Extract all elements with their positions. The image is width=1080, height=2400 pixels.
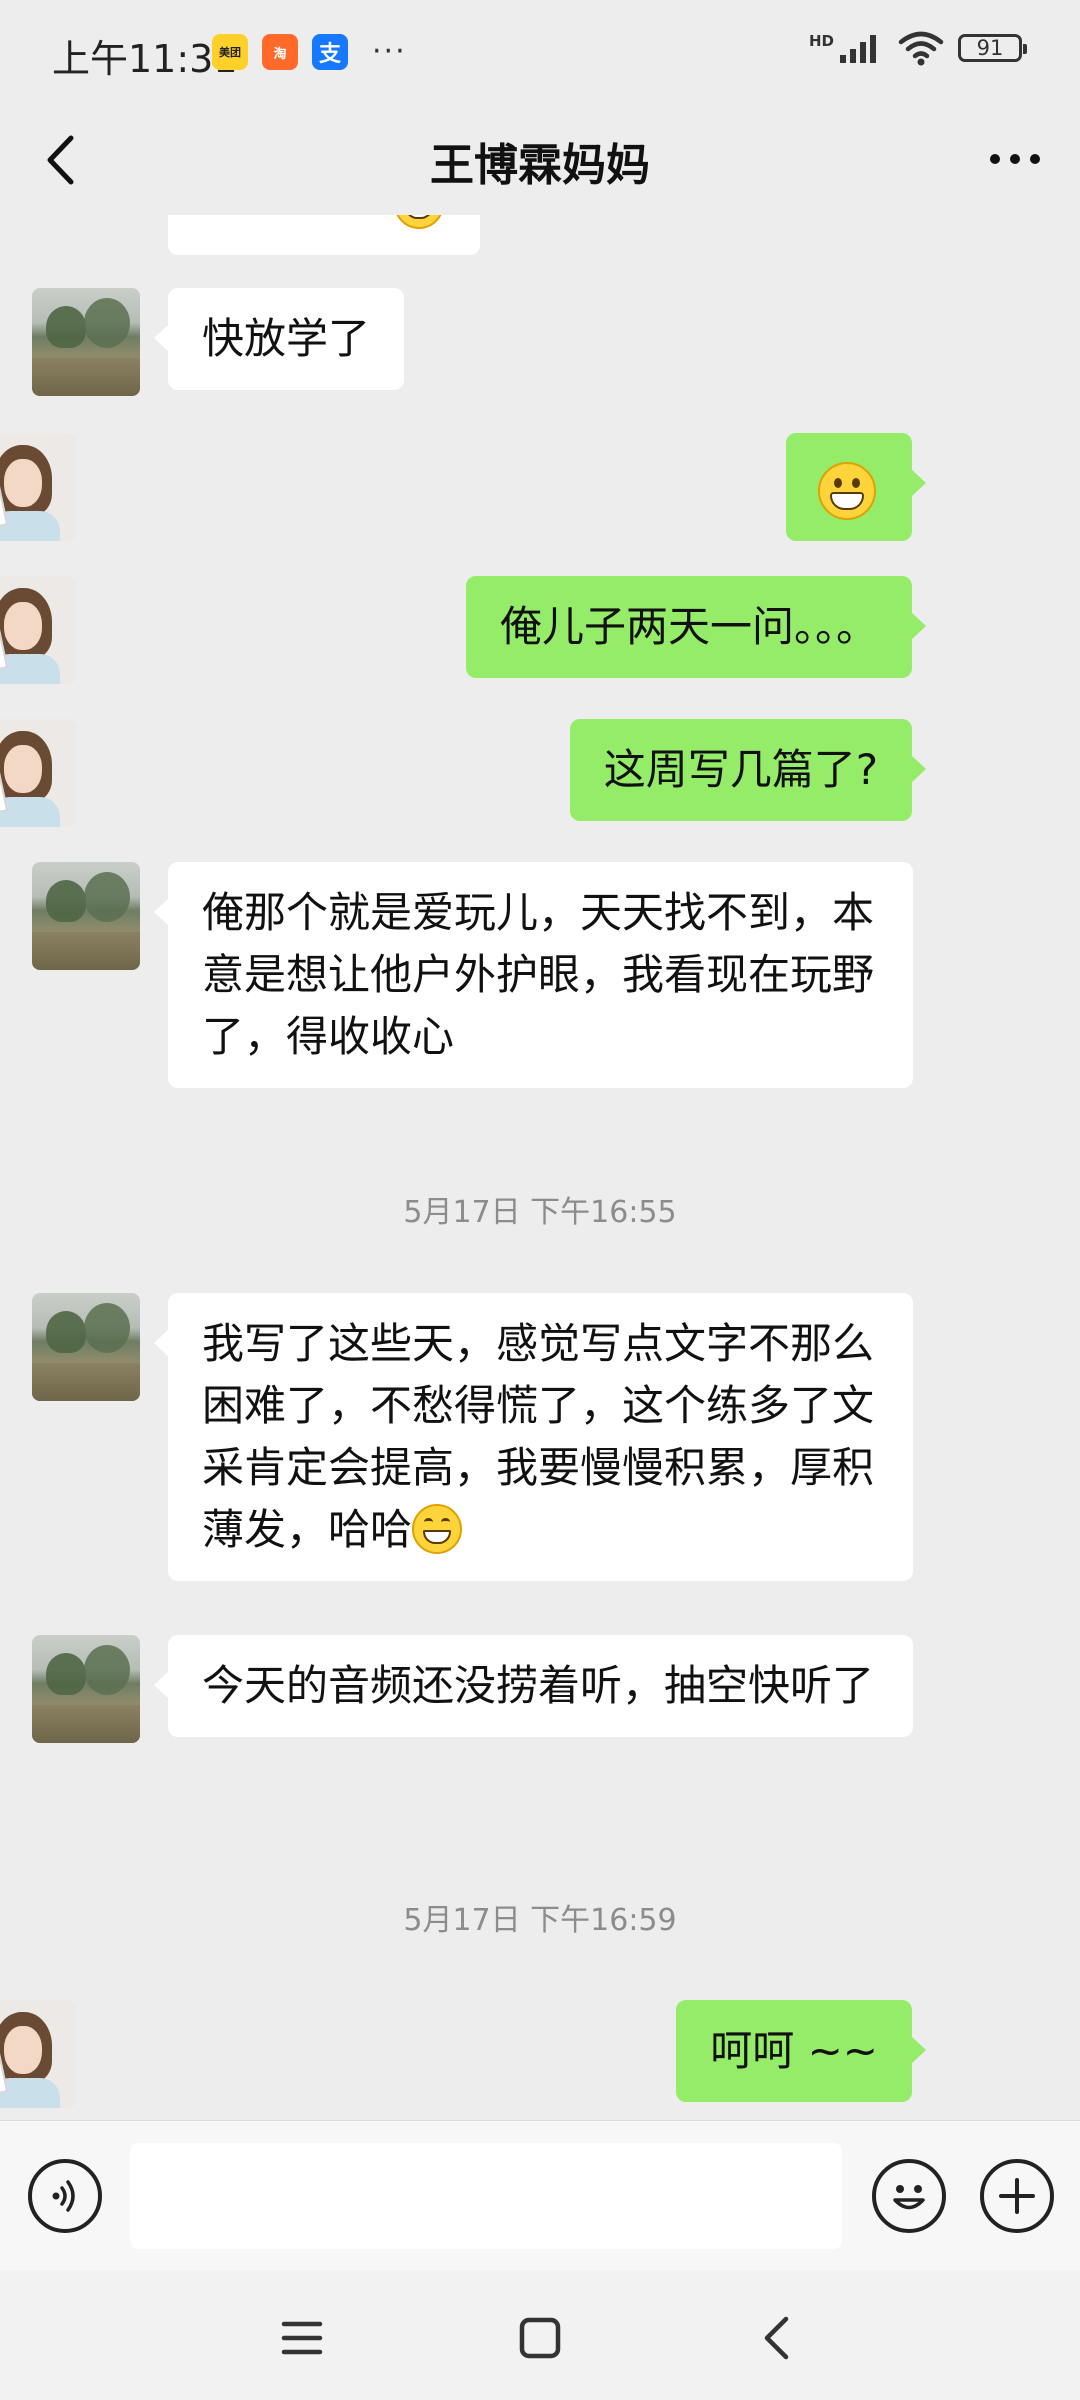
message-bubble[interactable]: 这周写几篇了? xyxy=(569,719,927,821)
voice-button[interactable] xyxy=(28,2159,102,2233)
contact-avatar[interactable] xyxy=(32,1293,140,1401)
smiling-face-icon xyxy=(412,1504,463,1554)
contact-avatar[interactable] xyxy=(32,288,140,396)
taobao-icon: 淘 xyxy=(262,34,298,70)
grinning-face-icon xyxy=(818,461,876,520)
signal-icon xyxy=(840,35,876,63)
message-row: 我写了这些天，感觉写点文字不那么困难了，不愁得慌了，这个练多了文采肯定会提高，我… xyxy=(0,1293,1080,1581)
menu-icon xyxy=(281,2321,323,2355)
more-icon xyxy=(990,154,1040,164)
message-bubble[interactable]: 我写了这些天，感觉写点文字不那么困难了，不愁得慌了，这个练多了文采肯定会提高，我… xyxy=(154,1293,913,1581)
message-row: 俺儿子两天一问。。。 xyxy=(0,576,1080,684)
message-row: 呵呵 ~~ xyxy=(0,2000,1080,2108)
back-triangle-icon xyxy=(764,2316,789,2360)
my-avatar[interactable] xyxy=(0,576,76,684)
hd-label: HD xyxy=(808,32,834,50)
my-avatar[interactable] xyxy=(0,719,76,827)
status-app-icons: 美团 淘 支 ··· xyxy=(212,34,407,70)
message-bubble[interactable]: 俺那个就是爱玩儿，天天找不到，本意是想让他户外护眼，我看现在玩野了，得收收心 xyxy=(154,862,913,1088)
message-bubble[interactable]: 快放学了 xyxy=(153,288,405,390)
alipay-icon: 支 xyxy=(312,34,348,70)
contact-avatar[interactable] xyxy=(32,862,140,970)
home-square-icon xyxy=(519,2317,561,2359)
message-bubble-emoji[interactable] xyxy=(786,433,926,541)
message-row: 快放学了 xyxy=(0,288,1080,396)
message-bubble-partial[interactable] xyxy=(168,215,480,255)
chat-title: 王博霖妈妈 xyxy=(430,140,650,191)
emoji-button[interactable] xyxy=(872,2159,946,2233)
message-text: 我写了这些天，感觉写点文字不那么困难了，不愁得慌了，这个练多了文采肯定会提高，我… xyxy=(202,1319,875,1554)
meituan-icon: 美团 xyxy=(212,34,248,70)
wifi-icon xyxy=(898,31,944,66)
message-row: 今天的音频还没捞着听，抽空快听了 xyxy=(0,1635,1080,1743)
message-row: 这周写几篇了? xyxy=(0,719,1080,827)
more-functions-button[interactable] xyxy=(980,2159,1054,2233)
message-input[interactable] xyxy=(130,2143,842,2249)
my-avatar[interactable] xyxy=(0,2000,76,2108)
more-options-button[interactable] xyxy=(980,129,1050,189)
message-bubble[interactable]: 俺儿子两天一问。。。 xyxy=(465,576,927,678)
back-nav-button[interactable] xyxy=(736,2298,816,2378)
system-nav-bar xyxy=(0,2270,1080,2400)
battery-icon: 91 xyxy=(958,34,1027,62)
message-bubble[interactable]: 呵呵 ~~ xyxy=(676,2000,926,2102)
menu-nav-button[interactable] xyxy=(262,2298,342,2378)
message-row: 俺那个就是爱玩儿，天天找不到，本意是想让他户外护眼，我看现在玩野了，得收收心 xyxy=(0,862,1080,1088)
message-row xyxy=(0,433,1080,541)
status-bar: 上午11:31 美团 淘 支 ··· HD 91 xyxy=(0,0,1080,105)
message-timestamp: 5月17日 下午16:55 xyxy=(403,1195,677,1230)
emoji-icon xyxy=(394,215,444,229)
message-bubble[interactable]: 今天的音频还没捞着听，抽空快听了 xyxy=(154,1635,913,1737)
chat-messages[interactable]: 快放学了 俺儿子两天一问。。。 这周写几篇了? 俺那个就是爱玩儿，天天找不到，本… xyxy=(0,215,1080,2120)
voice-icon xyxy=(52,2180,75,2212)
home-nav-button[interactable] xyxy=(500,2298,580,2378)
status-time: 上午11:31 xyxy=(52,37,238,81)
input-bar xyxy=(0,2120,1080,2271)
status-indicators: HD 91 xyxy=(808,30,1027,66)
my-avatar[interactable] xyxy=(0,433,76,541)
plus-icon xyxy=(999,2178,1035,2214)
chat-header: 王博霖妈妈 xyxy=(0,105,1080,215)
more-notifications-icon: ··· xyxy=(372,34,407,69)
message-timestamp: 5月17日 下午16:59 xyxy=(403,1903,677,1938)
contact-avatar[interactable] xyxy=(32,1635,140,1743)
smiley-icon xyxy=(893,2185,925,2210)
